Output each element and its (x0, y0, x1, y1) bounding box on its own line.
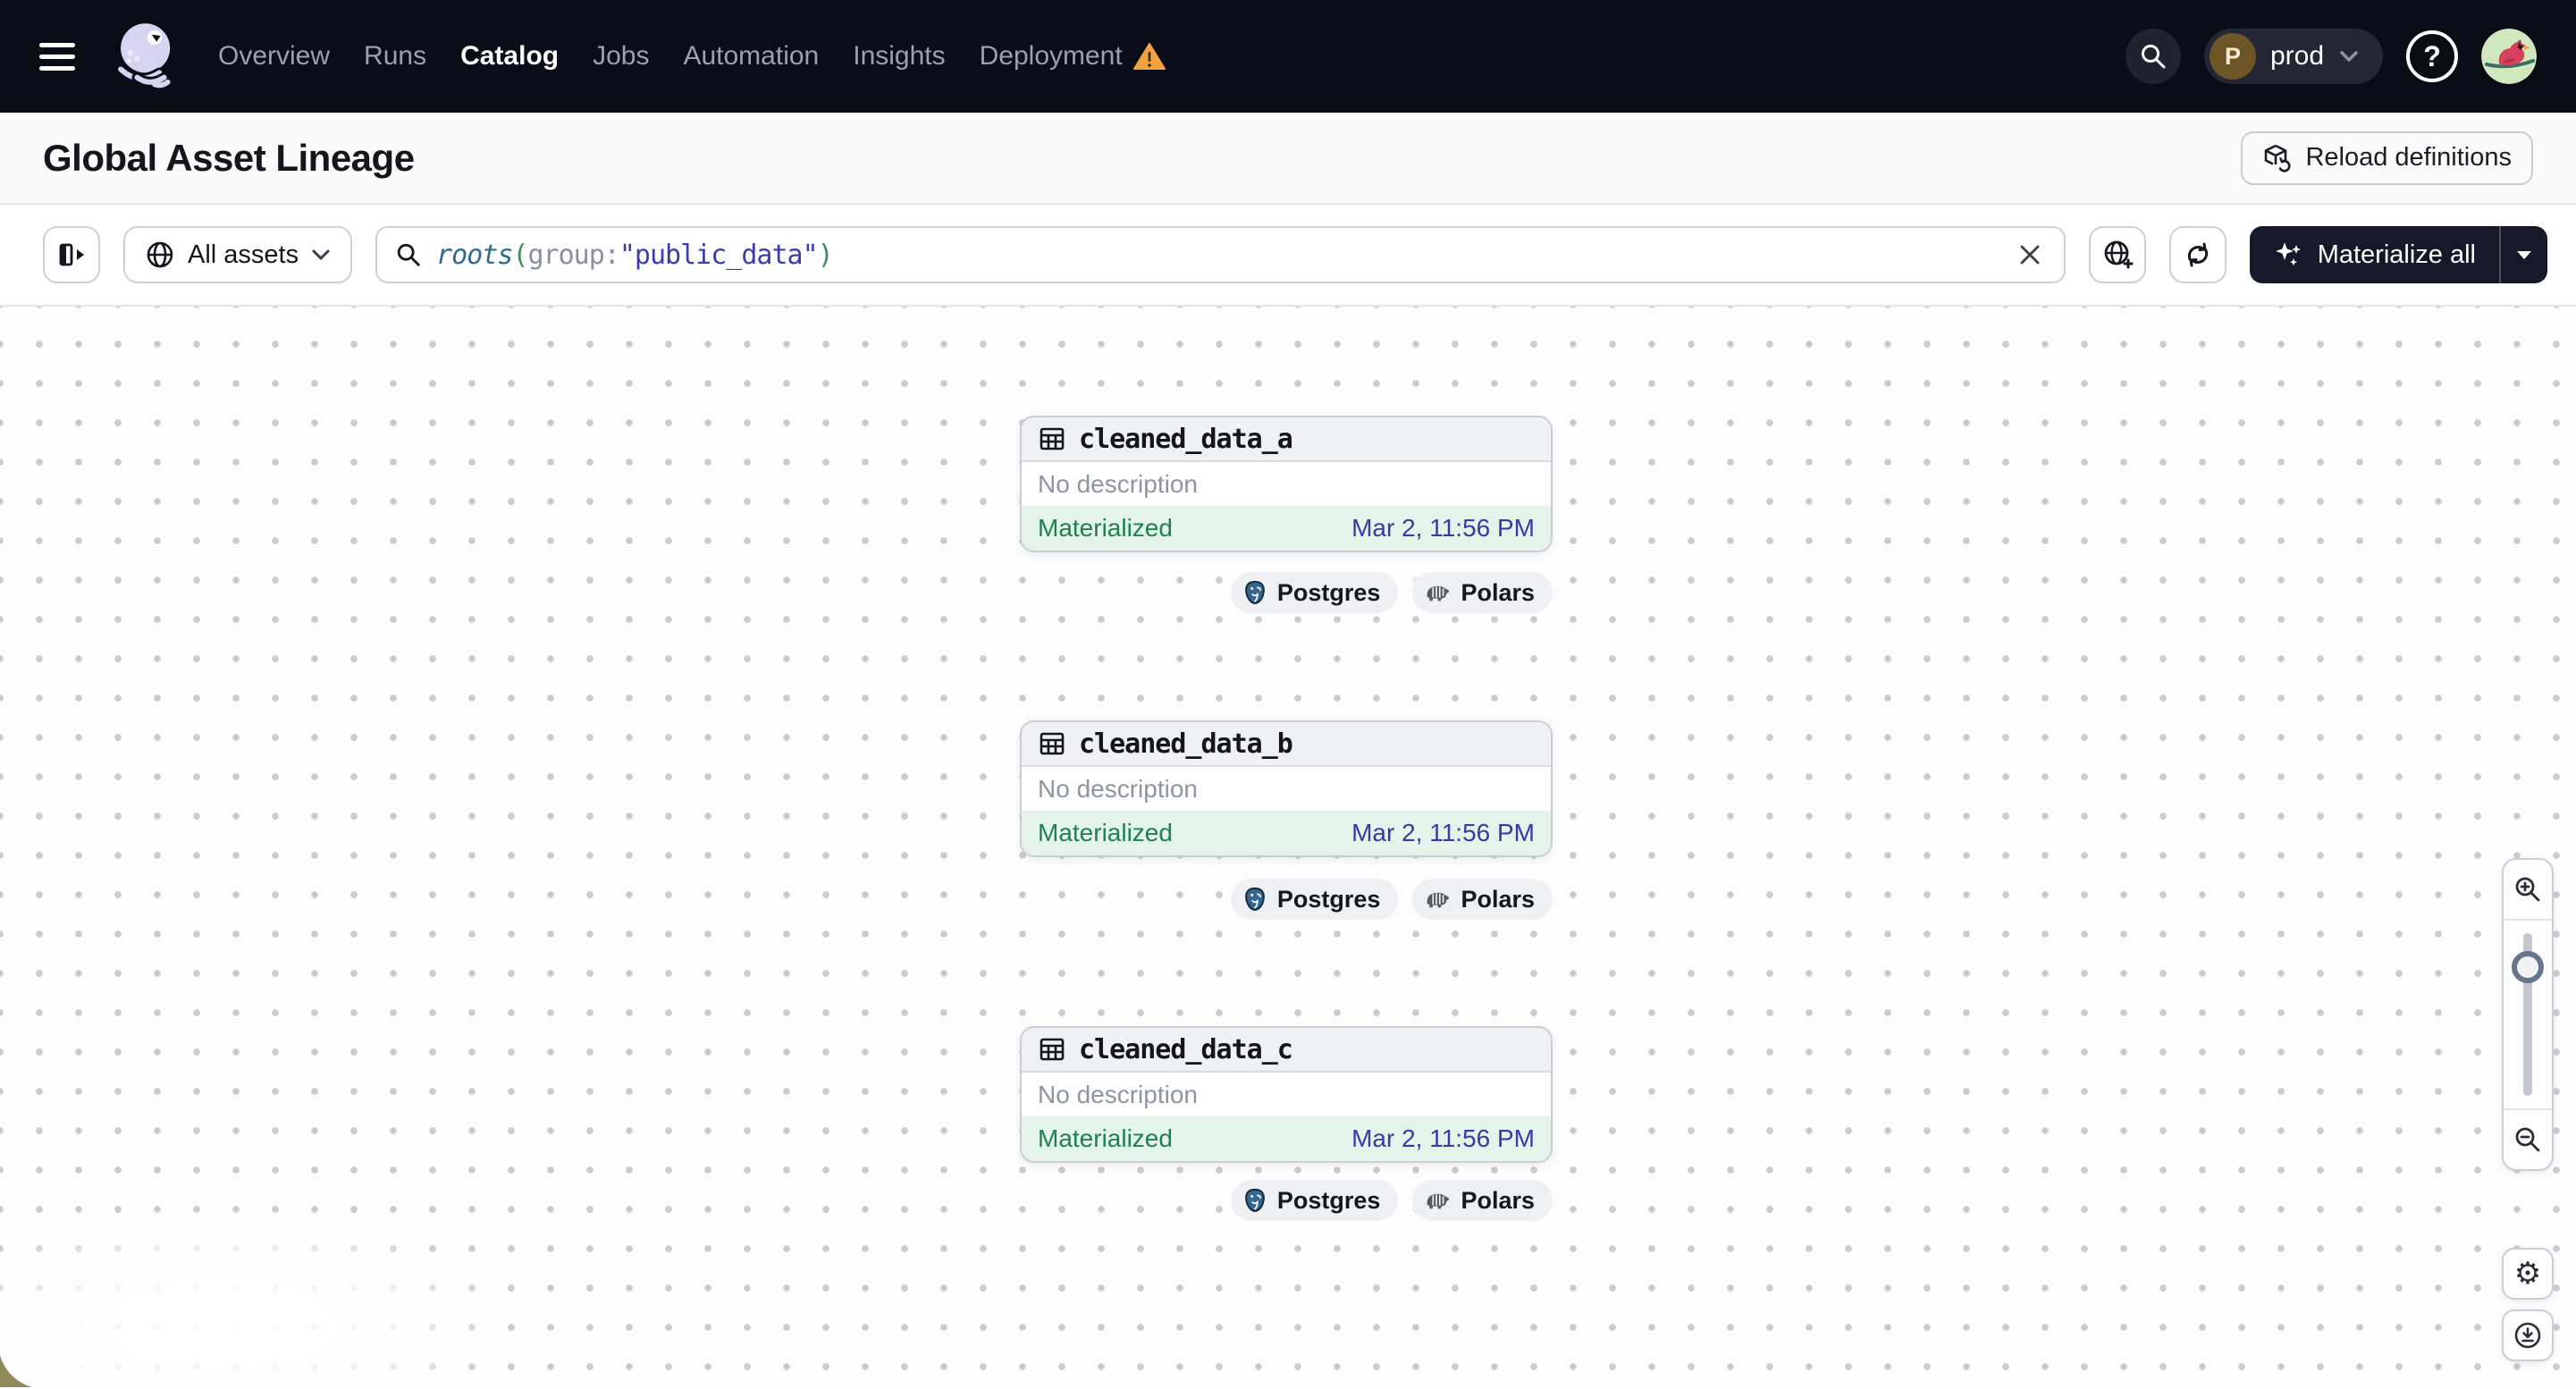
table-icon (1038, 425, 1066, 453)
global-search-button[interactable] (2125, 29, 2181, 84)
save-catalog-view-button[interactable] (2088, 226, 2146, 283)
download-image-button[interactable] (2502, 1309, 2554, 1361)
nav-item-runs[interactable]: Runs (364, 41, 426, 72)
hamburger-menu-icon[interactable] (39, 38, 80, 74)
nav-item-automation[interactable]: Automation (683, 41, 819, 72)
asset-card-header: cleaned_data_c (1022, 1028, 1551, 1073)
table-icon (1038, 1035, 1066, 1064)
asset-tags-row: Postgres Polars (1020, 572, 1553, 613)
tag-postgres[interactable]: Postgres (1230, 879, 1399, 920)
chevron-down-icon (311, 248, 331, 261)
asset-tags-row: Postgres Polars (1020, 879, 1553, 920)
refresh-button[interactable] (2168, 226, 2227, 283)
toggle-sidebar-button[interactable] (43, 226, 100, 283)
canvas-rounded-corner (0, 1307, 80, 1387)
warning-icon (1132, 42, 1166, 71)
asset-card-header: cleaned_data_a (1022, 417, 1551, 462)
materialization-timestamp[interactable]: Mar 2, 11:56 PM (1351, 1124, 1535, 1153)
nav-item-overview[interactable]: Overview (218, 41, 330, 72)
asset-tags-row: Postgres Polars (1020, 1180, 1553, 1221)
status-badge: Materialized (1038, 1124, 1173, 1152)
zoom-out-icon (2513, 1124, 2543, 1155)
refresh-icon (2182, 239, 2214, 271)
page-header: Global Asset Lineage Reload definitions (0, 113, 2576, 205)
caret-down-icon (2515, 249, 2533, 260)
asset-scope-dropdown[interactable]: All assets (123, 226, 353, 283)
page-title: Global Asset Lineage (43, 136, 415, 179)
asset-description: No description (1022, 767, 1551, 811)
download-icon (2513, 1320, 2543, 1351)
postgres-icon (1242, 1187, 1268, 1214)
deployment-switcher[interactable]: P prod (2203, 29, 2383, 84)
panel-expand-icon (55, 239, 88, 271)
user-avatar[interactable] (2481, 29, 2537, 84)
materialization-timestamp[interactable]: Mar 2, 11:56 PM (1351, 514, 1535, 543)
tag-postgres[interactable]: Postgres (1230, 572, 1399, 613)
materialize-all-button[interactable]: Materialize all (2250, 226, 2499, 283)
polars-icon (1423, 888, 1452, 911)
help-button[interactable]: ? (2406, 30, 2458, 82)
zoom-in-button[interactable] (2504, 860, 2552, 919)
asset-node-cleaned_data_a[interactable]: cleaned_data_a No description Materializ… (1020, 416, 1553, 552)
asset-status-row: Materialized Mar 2, 11:56 PM (1022, 506, 1551, 551)
status-badge: Materialized (1038, 819, 1173, 846)
globe-icon (145, 240, 175, 270)
zoom-slider[interactable] (2504, 919, 2552, 1110)
tag-polars[interactable]: Polars (1412, 1180, 1553, 1221)
graph-settings-button[interactable]: ⚙ (2502, 1248, 2554, 1300)
polars-icon (1423, 581, 1452, 604)
asset-name: cleaned_data_a (1079, 423, 1293, 455)
asset-status-row: Materialized Mar 2, 11:56 PM (1022, 1116, 1551, 1161)
asset-selection-input[interactable]: roots(group:"public_data") (375, 226, 2066, 283)
search-icon (395, 241, 422, 268)
clear-query-button[interactable] (2010, 235, 2050, 274)
tag-polars[interactable]: Polars (1412, 572, 1553, 613)
materialization-timestamp[interactable]: Mar 2, 11:56 PM (1351, 819, 1535, 847)
asset-card-header: cleaned_data_b (1022, 722, 1551, 767)
reload-definitions-button[interactable]: Reload definitions (2241, 130, 2533, 185)
nav-right-controls: P prod ? (2125, 29, 2537, 84)
dagster-logo-icon (105, 19, 181, 94)
zoom-slider-thumb[interactable] (2512, 951, 2544, 983)
postgres-icon (1242, 886, 1268, 913)
nav-item-jobs[interactable]: Jobs (593, 41, 649, 72)
asset-description: No description (1022, 462, 1551, 506)
gear-icon: ⚙ (2513, 1257, 2542, 1291)
top-nav: Overview Runs Catalog Jobs Automation In… (0, 0, 2576, 113)
table-icon (1038, 729, 1066, 758)
zoom-out-button[interactable] (2504, 1110, 2552, 1169)
deployment-initial-badge: P (2209, 33, 2256, 80)
globe-plus-icon (2100, 238, 2134, 272)
status-badge: Materialized (1038, 514, 1173, 542)
asset-node-cleaned_data_b[interactable]: cleaned_data_b No description Materializ… (1020, 720, 1553, 857)
tag-polars[interactable]: Polars (1412, 879, 1553, 920)
lineage-canvas[interactable]: cleaned_data_a No description Materializ… (0, 307, 2576, 1387)
main-nav-items: Overview Runs Catalog Jobs Automation In… (218, 41, 1166, 72)
polars-icon (1423, 1189, 1452, 1212)
asset-node-cleaned_data_c[interactable]: cleaned_data_c No description Materializ… (1020, 1026, 1553, 1163)
nav-item-insights[interactable]: Insights (853, 41, 945, 72)
asset-description: No description (1022, 1073, 1551, 1116)
materialize-all-split-button: Materialize all (2249, 226, 2547, 283)
materialize-options-button[interactable] (2499, 226, 2547, 283)
zoom-controls (2502, 858, 2554, 1171)
reload-cube-icon (2262, 143, 2293, 173)
asset-status-row: Materialized Mar 2, 11:56 PM (1022, 811, 1551, 855)
asset-name: cleaned_data_b (1079, 728, 1293, 760)
search-icon (2139, 42, 2168, 71)
zoom-in-icon (2513, 874, 2543, 905)
asset-selection-query: roots(group:"public_data") (436, 239, 834, 271)
question-mark-icon: ? (2423, 39, 2441, 72)
nav-item-deployment[interactable]: Deployment (980, 41, 1166, 72)
postgres-icon (1242, 579, 1268, 606)
sparkles-icon (2273, 240, 2303, 270)
chevron-down-icon (2338, 49, 2360, 63)
tag-postgres[interactable]: Postgres (1230, 1180, 1399, 1221)
nav-item-catalog[interactable]: Catalog (460, 41, 559, 72)
lineage-toolbar: All assets roots(group:"public_data") Ma… (0, 205, 2576, 307)
asset-name: cleaned_data_c (1079, 1033, 1293, 1065)
deployment-name: prod (2269, 41, 2324, 71)
